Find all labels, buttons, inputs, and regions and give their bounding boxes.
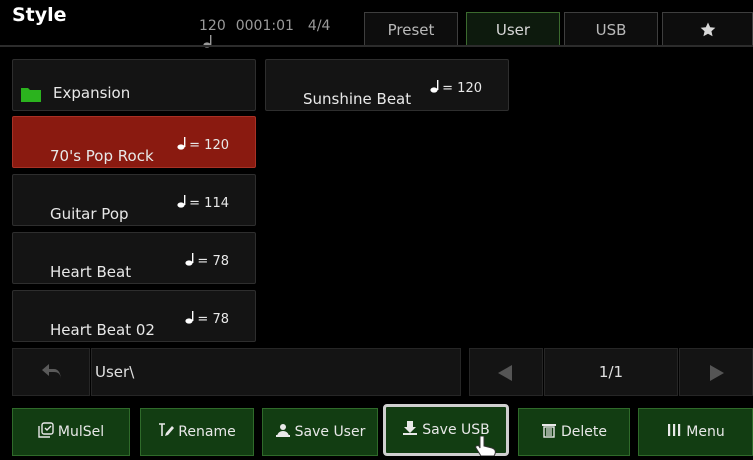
style-tempo: = 78 [169, 295, 229, 342]
header-divider [0, 45, 753, 47]
tempo-value: 120 [199, 18, 226, 34]
save-user-icon [275, 422, 291, 442]
rename-icon [158, 422, 175, 442]
tab-usb[interactable]: USB [564, 12, 658, 46]
star-icon [699, 21, 717, 39]
style-name: Heart Beat [50, 263, 132, 281]
quarter-note-icon [177, 194, 189, 208]
time-signature: 4/4 [307, 18, 331, 34]
rename-label: Rename [178, 424, 236, 440]
style-tempo-text: = 78 [197, 312, 229, 327]
menu-button[interactable]: Menu [638, 408, 753, 456]
trash-icon [541, 422, 557, 442]
mulsel-label: MulSel [57, 424, 105, 440]
style-item-sunshine-beat[interactable]: = 120 Sunshine Beat [265, 59, 509, 111]
delete-label: Delete [561, 424, 607, 440]
style-item-70s-pop-rock[interactable]: = 120 70's Pop Rock [12, 116, 256, 168]
back-arrow-icon [41, 362, 63, 382]
style-name: Guitar Pop [50, 205, 129, 223]
style-tempo: = 114 [161, 179, 229, 226]
status-readout: 120 0001:01 4/4 [185, 18, 331, 48]
rename-button[interactable]: Rename [140, 408, 254, 456]
style-tempo-text: = 120 [442, 81, 482, 96]
tab-usb-label: USB [595, 20, 627, 39]
quarter-note-icon [185, 252, 197, 266]
style-tempo: = 120 [414, 64, 482, 111]
style-tempo-text: = 78 [197, 254, 229, 269]
page-indicator: 1/1 [544, 348, 678, 396]
quarter-note-icon [177, 136, 189, 150]
quarter-note-icon [430, 79, 442, 93]
current-path: User\ [95, 363, 135, 381]
multi-select-icon [38, 422, 54, 442]
tab-preset-label: Preset [387, 20, 435, 39]
path-display: User\ [91, 348, 461, 396]
tab-favorites[interactable] [662, 12, 753, 46]
save-user-label: Save User [294, 424, 366, 440]
folder-icon [21, 86, 41, 102]
measure-value: 0001:01 [235, 18, 294, 34]
page-title: Style [12, 4, 67, 26]
back-button[interactable] [12, 348, 90, 396]
prev-page-button[interactable] [469, 348, 543, 396]
save-user-button[interactable]: Save User [262, 408, 378, 456]
page-number: 1/1 [598, 363, 624, 381]
pointer-hand-icon [474, 435, 500, 457]
menu-icon [666, 422, 682, 442]
triangle-right-icon [710, 365, 724, 381]
style-name: 70's Pop Rock [50, 147, 154, 165]
style-item-heart-beat[interactable]: = 78 Heart Beat [12, 232, 256, 284]
quarter-note-icon [185, 310, 197, 324]
style-name: Heart Beat 02 [50, 321, 155, 339]
style-tempo: = 78 [169, 237, 229, 284]
folder-expansion[interactable]: Expansion [12, 59, 256, 111]
style-item-heart-beat-02[interactable]: = 78 Heart Beat 02 [12, 290, 256, 342]
next-page-button[interactable] [679, 348, 753, 396]
delete-button[interactable]: Delete [518, 408, 630, 456]
style-tempo-text: = 114 [189, 196, 229, 211]
triangle-left-icon [498, 365, 512, 381]
quarter-note-icon [185, 18, 212, 48]
tab-preset[interactable]: Preset [364, 12, 458, 46]
tab-user[interactable]: User [466, 12, 560, 46]
style-tempo: = 120 [161, 121, 229, 168]
folder-label: Expansion [53, 84, 131, 102]
style-item-guitar-pop[interactable]: = 114 Guitar Pop [12, 174, 256, 226]
style-tempo-text: = 120 [189, 138, 229, 153]
mulsel-button[interactable]: MulSel [12, 408, 130, 456]
save-usb-icon [402, 420, 418, 440]
tab-user-label: User [495, 20, 531, 39]
style-name: Sunshine Beat [303, 90, 412, 108]
menu-label: Menu [686, 424, 725, 440]
